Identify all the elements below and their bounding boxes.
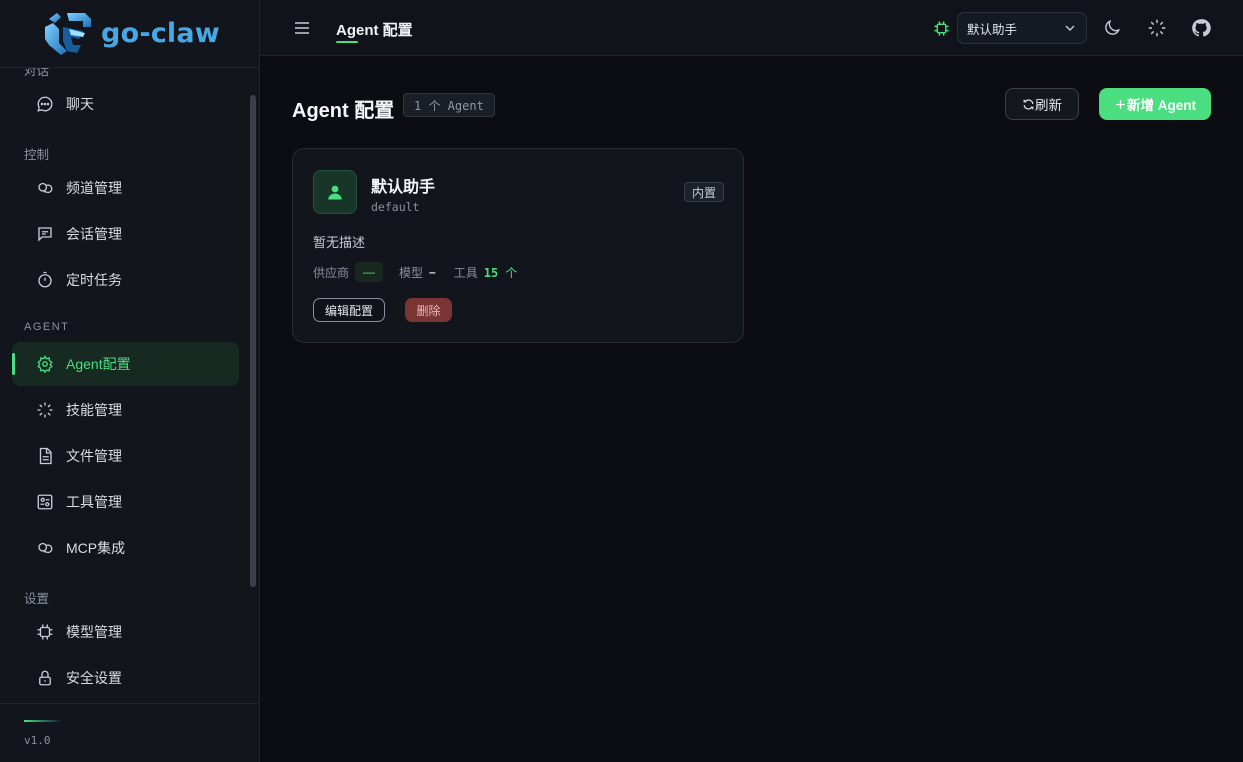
avatar bbox=[313, 170, 357, 214]
chip-icon bbox=[934, 21, 949, 36]
sparkle-loader-icon bbox=[36, 401, 54, 419]
message-square-icon bbox=[36, 225, 54, 243]
sidebar-item-label: 会话管理 bbox=[66, 226, 122, 242]
footer-accent-line bbox=[24, 720, 60, 722]
sidebar-nav: 对话 聊天 控制 频道管理 会话管理 定时任务 AGENT Agent配置 技能… bbox=[0, 68, 250, 703]
sidebar-item-sessions[interactable]: 会话管理 bbox=[12, 212, 239, 256]
link-icon bbox=[36, 179, 54, 197]
sidebar-item-label: 安全设置 bbox=[66, 670, 122, 686]
sidebar-item-models[interactable]: 模型管理 bbox=[12, 610, 239, 654]
chevron-down-icon bbox=[1065, 25, 1075, 31]
claw-logo-icon bbox=[45, 12, 92, 55]
sidebar-item-tools[interactable]: 工具管理 bbox=[12, 480, 239, 524]
sparkle-loader-icon[interactable] bbox=[1147, 18, 1167, 38]
refresh-label: 刷新 bbox=[1035, 98, 1062, 113]
sidebar-item-channels[interactable]: 频道管理 bbox=[12, 166, 239, 210]
section-label-agent: AGENT bbox=[24, 321, 70, 333]
chip-icon bbox=[36, 623, 54, 641]
agent-select[interactable]: 默认助手 bbox=[957, 12, 1087, 44]
sidebar-item-label: 聊天 bbox=[66, 96, 94, 112]
agent-description: 暂无描述 bbox=[313, 235, 366, 250]
sidebar: go-claw 对话 聊天 控制 频道管理 会话管理 定时任务 AGENT Ag… bbox=[0, 0, 260, 762]
agent-select-value: 默认助手 bbox=[967, 22, 1018, 37]
sidebar-item-chat[interactable]: 聊天 bbox=[12, 82, 239, 126]
tools-count-unit: 个 bbox=[505, 265, 518, 280]
sidebar-item-label: 技能管理 bbox=[66, 402, 122, 418]
sidebar-item-agent-config[interactable]: Agent配置 bbox=[12, 342, 239, 386]
tools-label: 工具 bbox=[453, 265, 478, 280]
page-title: Agent 配置 bbox=[292, 100, 395, 122]
tools-count: 15 个 bbox=[484, 264, 518, 281]
app-root: go-claw 对话 聊天 控制 频道管理 会话管理 定时任务 AGENT Ag… bbox=[0, 0, 1243, 762]
file-icon bbox=[36, 447, 54, 465]
section-label-control: 控制 bbox=[24, 148, 50, 162]
tools-count-number: 15 bbox=[483, 265, 499, 280]
sidebar-item-files[interactable]: 文件管理 bbox=[12, 434, 239, 478]
add-agent-button[interactable]: 新增 Agent bbox=[1099, 88, 1211, 120]
provider-label: 供应商 bbox=[313, 265, 350, 280]
agent-count-badge: 1 个 Agent bbox=[403, 93, 495, 117]
builtin-badge: 内置 bbox=[684, 182, 725, 202]
sidebar-item-label: MCP集成 bbox=[66, 540, 126, 556]
sidebar-item-label: 频道管理 bbox=[66, 180, 122, 196]
agent-card[interactable]: 默认助手 default 内置 暂无描述 供应商 — 模型 – 工具 15 个 … bbox=[292, 148, 744, 343]
sidebar-item-label: 文件管理 bbox=[66, 448, 122, 464]
sidebar-footer: v1.0 bbox=[0, 703, 259, 762]
sidebar-item-cron[interactable]: 定时任务 bbox=[12, 258, 239, 302]
breadcrumb-underline bbox=[336, 41, 358, 43]
sidebar-item-label: 工具管理 bbox=[66, 494, 122, 510]
sidebar-item-label: Agent配置 bbox=[66, 356, 131, 372]
brand-name: go-claw bbox=[101, 18, 220, 49]
agent-meta: 供应商 — 模型 – 工具 15 个 bbox=[313, 262, 517, 282]
timer-icon bbox=[36, 271, 54, 289]
gear-icon bbox=[36, 355, 54, 373]
github-icon[interactable] bbox=[1191, 18, 1211, 38]
chat-bubble-icon bbox=[36, 95, 54, 113]
refresh-button[interactable]: 刷新 bbox=[1005, 88, 1079, 120]
user-icon bbox=[328, 185, 342, 200]
agent-id: default bbox=[371, 200, 420, 214]
lock-icon bbox=[36, 669, 54, 687]
topbar: Agent 配置 默认助手 bbox=[260, 0, 1243, 56]
delete-button[interactable]: 删除 bbox=[405, 298, 452, 322]
agent-name: 默认助手 bbox=[371, 179, 436, 196]
sidebar-scrollbar[interactable] bbox=[250, 95, 256, 587]
provider-value: — bbox=[355, 262, 384, 282]
refresh-icon bbox=[1023, 98, 1034, 110]
sidebar-item-label: 模型管理 bbox=[66, 624, 122, 640]
brand[interactable]: go-claw bbox=[0, 0, 259, 68]
moon-icon[interactable] bbox=[1102, 18, 1122, 38]
sidebar-item-skills[interactable]: 技能管理 bbox=[12, 388, 239, 432]
sidebar-item-security[interactable]: 安全设置 bbox=[12, 656, 239, 700]
plus-icon bbox=[1116, 99, 1125, 109]
section-label-chat: 对话 bbox=[24, 68, 50, 78]
menu-icon[interactable] bbox=[292, 18, 312, 38]
tool-panel-icon bbox=[36, 493, 54, 511]
link-icon bbox=[36, 539, 54, 557]
edit-config-button[interactable]: 编辑配置 bbox=[313, 298, 385, 322]
model-label: 模型 bbox=[399, 265, 424, 280]
section-label-settings: 设置 bbox=[24, 592, 50, 606]
breadcrumb: Agent 配置 bbox=[336, 22, 413, 39]
sidebar-item-label: 定时任务 bbox=[66, 272, 122, 288]
model-value: – bbox=[429, 265, 436, 279]
add-agent-label: 新增 Agent bbox=[1127, 98, 1196, 113]
version-label: v1.0 bbox=[24, 734, 51, 747]
sidebar-item-mcp[interactable]: MCP集成 bbox=[12, 526, 239, 570]
